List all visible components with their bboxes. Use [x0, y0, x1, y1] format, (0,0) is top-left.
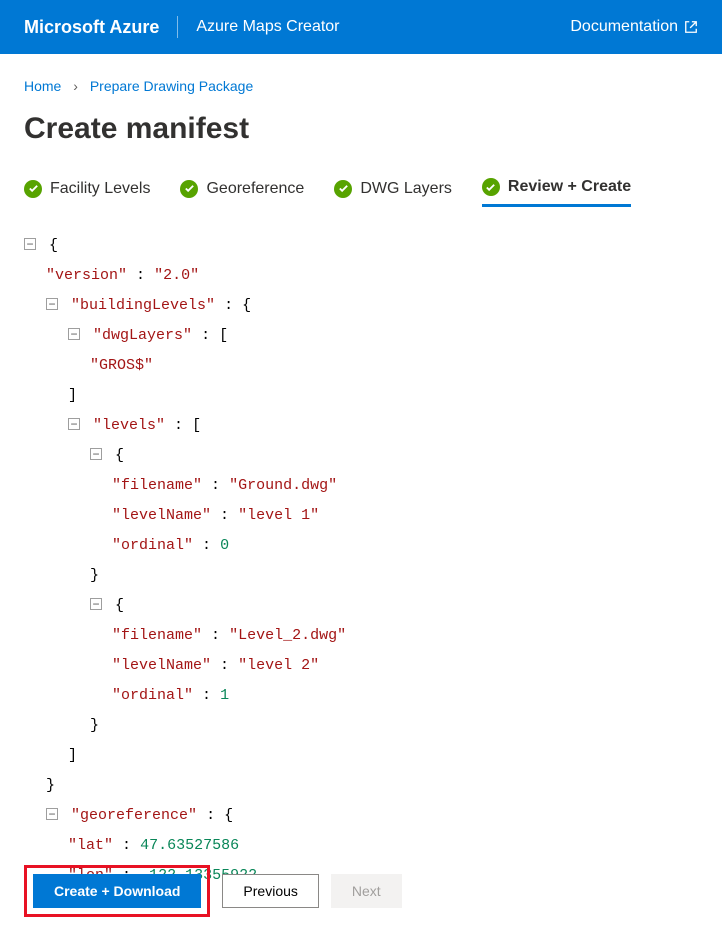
- json-line: − "levels" : [: [24, 411, 698, 441]
- collapse-icon[interactable]: −: [68, 328, 80, 340]
- json-line: − "buildingLevels" : {: [24, 291, 698, 321]
- highlight-box: Create + Download: [24, 865, 210, 917]
- step-georeference[interactable]: Georeference: [180, 180, 304, 206]
- collapse-icon[interactable]: −: [90, 448, 102, 460]
- documentation-label: Documentation: [570, 18, 678, 36]
- header-left: Microsoft Azure Azure Maps Creator: [24, 16, 340, 38]
- breadcrumb-page[interactable]: Prepare Drawing Package: [90, 78, 253, 94]
- json-line: "ordinal" : 1: [24, 681, 698, 711]
- check-icon: [180, 180, 198, 198]
- json-line: }: [24, 711, 698, 741]
- json-line: "levelName" : "level 2": [24, 651, 698, 681]
- json-line: "version" : "2.0": [24, 261, 698, 291]
- breadcrumb-home[interactable]: Home: [24, 78, 61, 94]
- external-link-icon: [684, 20, 698, 34]
- brand-label: Microsoft Azure: [24, 17, 159, 38]
- json-line: "filename" : "Ground.dwg": [24, 471, 698, 501]
- create-download-button[interactable]: Create + Download: [33, 874, 201, 908]
- json-line: ]: [24, 741, 698, 771]
- json-line: − {: [24, 441, 698, 471]
- json-line: }: [24, 561, 698, 591]
- json-line: − "dwgLayers" : [: [24, 321, 698, 351]
- stepper: Facility Levels Georeference DWG Layers …: [24, 178, 698, 207]
- page-title: Create manifest: [24, 112, 698, 146]
- step-review-create[interactable]: Review + Create: [482, 178, 631, 207]
- json-line: "GROS$": [24, 351, 698, 381]
- json-line: − {: [24, 591, 698, 621]
- json-line: "ordinal" : 0: [24, 531, 698, 561]
- collapse-icon[interactable]: −: [90, 598, 102, 610]
- step-facility-levels[interactable]: Facility Levels: [24, 180, 150, 206]
- documentation-link[interactable]: Documentation: [570, 18, 698, 36]
- previous-button[interactable]: Previous: [222, 874, 318, 908]
- step-label: Review + Create: [508, 178, 631, 196]
- collapse-icon[interactable]: −: [68, 418, 80, 430]
- collapse-icon[interactable]: −: [46, 298, 58, 310]
- step-label: DWG Layers: [360, 180, 452, 198]
- step-label: Facility Levels: [50, 180, 150, 198]
- collapse-icon[interactable]: −: [46, 808, 58, 820]
- breadcrumb-separator: ›: [73, 78, 78, 94]
- main-content: Home › Prepare Drawing Package Create ma…: [0, 54, 722, 891]
- json-line: }: [24, 771, 698, 801]
- product-label: Azure Maps Creator: [196, 18, 339, 36]
- step-dwg-layers[interactable]: DWG Layers: [334, 180, 452, 206]
- json-line: "levelName" : "level 1": [24, 501, 698, 531]
- next-button: Next: [331, 874, 402, 908]
- collapse-icon[interactable]: −: [24, 238, 36, 250]
- json-line: − {: [24, 231, 698, 261]
- footer-actions: Create + Download Previous Next: [16, 857, 410, 925]
- step-label: Georeference: [206, 180, 304, 198]
- json-line: ]: [24, 381, 698, 411]
- json-viewer: − { "version" : "2.0" − "buildingLevels"…: [24, 231, 698, 891]
- header-divider: [177, 16, 178, 38]
- top-header: Microsoft Azure Azure Maps Creator Docum…: [0, 0, 722, 54]
- json-line: − "georeference" : {: [24, 801, 698, 831]
- json-line: "filename" : "Level_2.dwg": [24, 621, 698, 651]
- check-icon: [24, 180, 42, 198]
- breadcrumb: Home › Prepare Drawing Package: [24, 78, 698, 94]
- check-icon: [334, 180, 352, 198]
- check-icon: [482, 178, 500, 196]
